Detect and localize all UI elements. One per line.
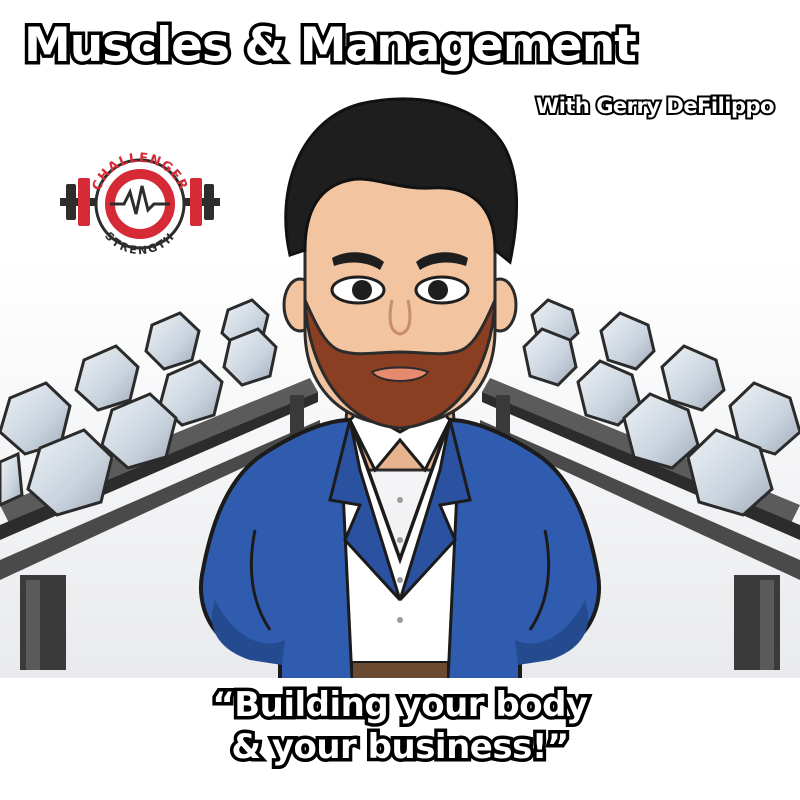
podcast-title: Muscles & Management <box>21 15 641 77</box>
tagline-line-1: “Building your body <box>209 682 592 729</box>
podcast-host: With Gerry DeFilippo <box>534 92 776 120</box>
cover-illustration <box>0 97 800 800</box>
tagline-line-2: & your business!” <box>228 724 573 771</box>
challenger-strength-logo: CHALLENGER STRENGTH <box>60 151 220 257</box>
podcast-cover: CHALLENGER STRENGTH Muscles & Management… <box>0 0 800 800</box>
tagline: “Building your body & your business!” <box>0 682 800 771</box>
